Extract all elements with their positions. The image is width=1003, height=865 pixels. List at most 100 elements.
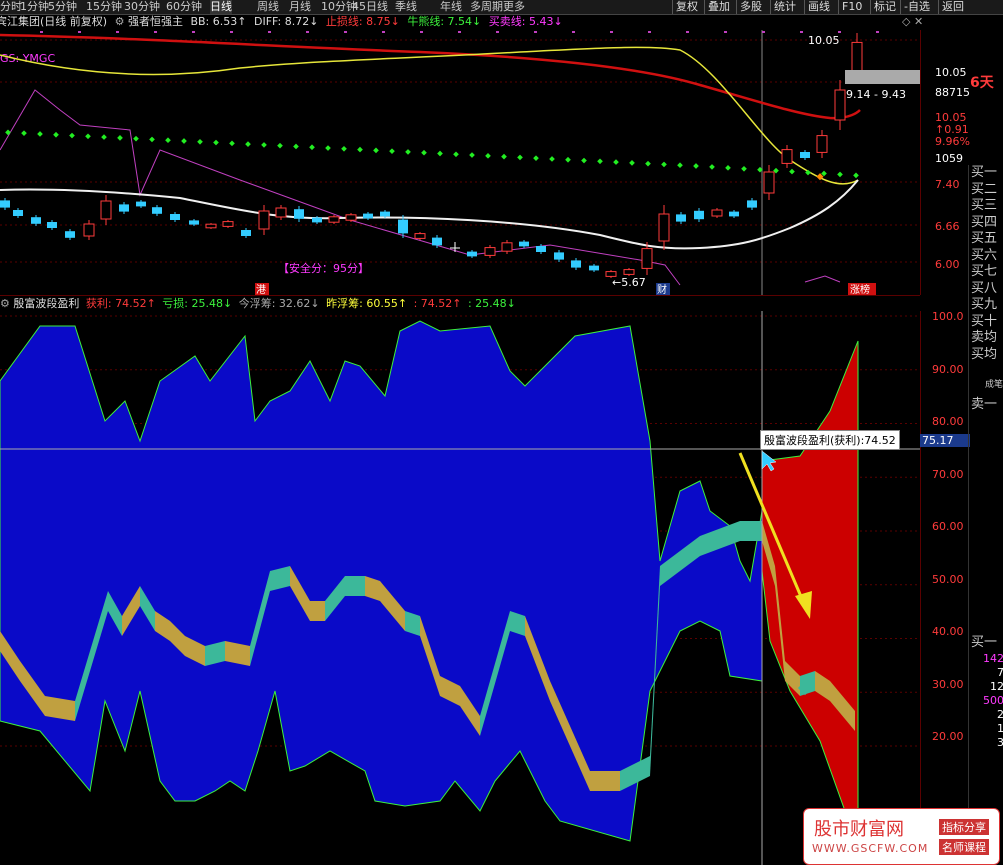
candle-body-5 bbox=[83, 223, 95, 237]
sub-axis-label-4: 60.00 bbox=[932, 520, 964, 533]
main-value-1: DIFF: 8.72↓ bbox=[253, 15, 322, 28]
bull-bear-dot bbox=[469, 152, 475, 158]
order-buy-1b: 买一 bbox=[971, 635, 998, 650]
sub-indicator-name[interactable]: 殷富波段盈利 bbox=[13, 297, 79, 310]
candle-body-0 bbox=[0, 200, 10, 208]
period-tab-7[interactable]: 周线 bbox=[257, 0, 279, 14]
candle-body-24 bbox=[414, 233, 426, 239]
candle-body-13 bbox=[222, 221, 234, 227]
watermark-tag1: 指标分享 bbox=[939, 819, 989, 835]
price-axis-label-4: 9.96% bbox=[935, 135, 970, 148]
bull-bear-dot bbox=[229, 140, 235, 147]
bull-bear-dot bbox=[277, 142, 283, 149]
bull-bear-dot bbox=[325, 145, 331, 151]
period-tab-1[interactable]: 1分钟 bbox=[20, 0, 49, 14]
bull-bear-dot bbox=[421, 149, 427, 156]
toolbar-button-0[interactable]: 复权 bbox=[672, 0, 698, 14]
bull-bear-dot bbox=[341, 145, 347, 152]
toolbar-button-5[interactable]: F10 bbox=[838, 0, 862, 14]
bull-bear-dot bbox=[405, 149, 411, 155]
order-buy-4: 买五 bbox=[971, 231, 998, 246]
bull-bear-dot bbox=[613, 159, 619, 165]
bull-bear-dot bbox=[453, 151, 459, 158]
candle-body-36 bbox=[623, 269, 635, 275]
period-tab-12[interactable]: 年线 bbox=[440, 0, 462, 14]
toolbar-button-6[interactable]: 标记 bbox=[870, 0, 896, 14]
candle-body-49 bbox=[851, 41, 863, 72]
bull-bear-dot bbox=[245, 141, 251, 147]
bull-bear-dot bbox=[389, 148, 395, 154]
period-tab-6[interactable]: 日线 bbox=[210, 0, 232, 14]
window-controls[interactable]: ◇ ✕ bbox=[902, 15, 923, 28]
order-buy-0: 买一 bbox=[971, 165, 998, 180]
sub-value-2: 今浮筹: 32.62↓ bbox=[238, 297, 324, 310]
period-tab-11[interactable]: 季线 bbox=[395, 0, 417, 14]
watermark-tag2: 名师课程 bbox=[939, 839, 989, 855]
candle-body-46 bbox=[800, 152, 810, 158]
bull-bear-dot bbox=[629, 160, 635, 166]
purple-line bbox=[0, 89, 681, 286]
price-axis-label-7: 6.66 bbox=[935, 220, 960, 233]
sub-value-0: 获利: 74.52↑ bbox=[85, 297, 160, 310]
bull-bear-dot bbox=[69, 132, 75, 139]
sub-axis-label-8: 20.00 bbox=[932, 730, 964, 743]
bull-bear-dot bbox=[21, 130, 27, 137]
tag-gang: 港 bbox=[256, 284, 266, 295]
toolbar-button-2[interactable]: 多股 bbox=[736, 0, 762, 14]
candle-body-16 bbox=[275, 207, 287, 218]
order-num-6: 3 bbox=[997, 736, 1003, 749]
indicator-dropdown-icon[interactable]: ⚙ bbox=[115, 15, 125, 28]
stock-name: 宾江集团(日线 前复权) bbox=[0, 15, 108, 28]
period-tab-13[interactable]: 多周期 bbox=[470, 0, 503, 14]
toolbar-button-8[interactable]: 返回 bbox=[938, 0, 964, 14]
toolbar-button-3[interactable]: 统计 bbox=[770, 0, 796, 14]
candle-body-38 bbox=[658, 213, 670, 242]
sub-gear-icon[interactable]: ⚙ bbox=[0, 297, 10, 310]
candle-body-33 bbox=[571, 260, 581, 268]
period-tab-10[interactable]: 45日线 bbox=[352, 0, 388, 14]
candle-body-19 bbox=[328, 216, 340, 223]
candle-body-8 bbox=[136, 201, 146, 207]
order-num-2: 12 bbox=[990, 680, 1003, 693]
bull-bear-dot bbox=[709, 164, 715, 170]
candle-body-6 bbox=[100, 200, 112, 220]
period-tab-3[interactable]: 15分钟 bbox=[86, 0, 122, 14]
candle-body-12 bbox=[205, 223, 217, 229]
order-buy-8: 买九 bbox=[971, 297, 998, 312]
candle-body-30 bbox=[519, 241, 529, 247]
bull-bear-dot bbox=[101, 134, 107, 140]
cursor-value-label: 75.17 bbox=[920, 434, 970, 447]
sub-indicator-title-row: ⚙ 殷富波段盈利 获利: 74.52↑ 亏损: 25.48↓ 今浮筹: 32.6… bbox=[0, 295, 920, 312]
toolbar-button-1[interactable]: 叠加 bbox=[704, 0, 730, 14]
bull-bear-dot bbox=[661, 161, 667, 168]
yellow-line bbox=[0, 46, 859, 185]
toolbar-button-7[interactable]: -自选 bbox=[900, 0, 930, 14]
indicator-name[interactable]: 强者恒强主 bbox=[128, 15, 183, 28]
bull-bear-dot bbox=[789, 168, 795, 175]
main-value-2: 止损线: 8.75↓ bbox=[325, 15, 404, 28]
candle-body-28 bbox=[484, 247, 496, 256]
main-value-4: 买卖线: 5.43↓ bbox=[488, 15, 563, 28]
sub-axis-label-2: 80.00 bbox=[932, 415, 964, 428]
price-axis-label-6: 7.40 bbox=[935, 178, 960, 191]
bull-bear-dot bbox=[597, 158, 603, 165]
candle-body-3 bbox=[47, 222, 57, 228]
candle-body-21 bbox=[363, 213, 373, 219]
candle-body-44 bbox=[763, 171, 775, 194]
candle-body-42 bbox=[729, 211, 739, 217]
period-tab-0[interactable]: 分时 bbox=[0, 0, 22, 14]
candle-body-45 bbox=[781, 149, 793, 164]
toolbar-button-4[interactable]: 画线 bbox=[804, 0, 830, 14]
bull-bear-dot bbox=[853, 172, 859, 179]
period-tab-2[interactable]: 5分钟 bbox=[48, 0, 77, 14]
period-tab-4[interactable]: 30分钟 bbox=[124, 0, 160, 14]
bull-bear-dot bbox=[549, 156, 555, 162]
period-tab-8[interactable]: 月线 bbox=[289, 0, 311, 14]
tag-cai: 财 bbox=[657, 283, 667, 295]
loss-red-area bbox=[761, 340, 859, 812]
period-tab-5[interactable]: 60分钟 bbox=[166, 0, 202, 14]
period-tab-14[interactable]: 更多 bbox=[503, 0, 525, 14]
sub-axis-label-1: 90.00 bbox=[932, 362, 964, 376]
candle-body-47 bbox=[816, 135, 828, 153]
price-axis-label-0: 10.05 bbox=[935, 66, 967, 79]
